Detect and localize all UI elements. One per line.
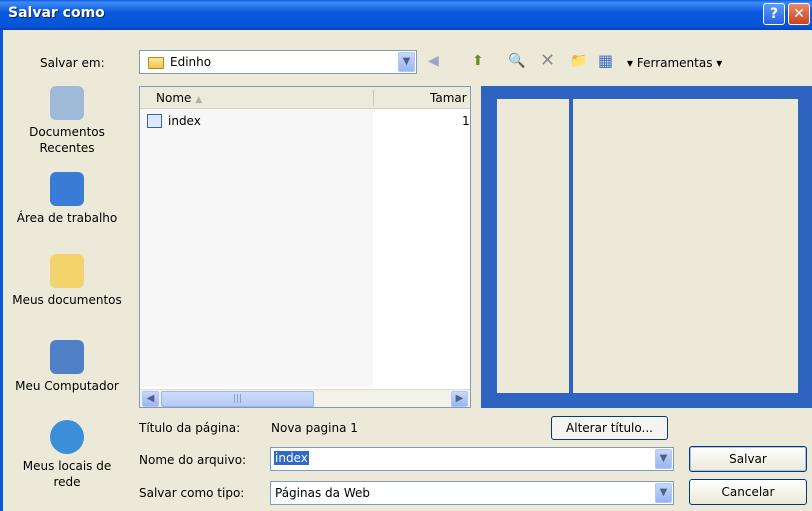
list-item[interactable]: index 1 [140,113,470,131]
place-label: Meus documentos [12,293,122,307]
desktop-icon [50,172,84,206]
search-web-icon[interactable]: 🔍 [508,53,525,69]
network-places-icon [50,420,84,454]
place-network[interactable]: Meus locais de rede [12,420,122,490]
place-label: Área de trabalho [16,211,118,225]
save-in-label: Salvar em: [40,56,105,70]
help-button[interactable]: ? [763,3,785,25]
new-folder-icon[interactable]: 📁 [570,53,587,69]
scroll-right-icon[interactable]: ▶ [451,391,468,407]
tools-menu[interactable]: ▾ Ferramentas ▾ [627,56,722,70]
back-icon[interactable]: ◀ [428,53,439,69]
place-label: Meu Computador [15,379,119,393]
save-in-value: Edinho [170,55,212,69]
window-border [0,30,3,511]
scroll-left-icon[interactable]: ◀ [142,391,159,407]
file-type-select[interactable]: Páginas da Web ▼ [270,481,674,505]
file-name-label: Nome do arquivo: [139,453,247,467]
folder-icon [148,57,164,69]
preview-frame-right [573,99,798,393]
up-folder-icon[interactable]: ⬆ [472,53,484,69]
frame-preview [481,86,812,408]
recent-documents-icon [50,86,84,120]
save-in-combo[interactable]: Edinho ▼ [139,50,417,74]
column-size-header[interactable]: Tamar [430,91,467,105]
column-divider[interactable] [373,90,374,106]
chevron-down-icon[interactable]: ▼ [655,483,672,503]
file-list[interactable]: Nome ▲ Tamar index 1 ◀ ||| ▶ [139,86,471,408]
my-computer-icon [50,340,84,374]
page-title-label: Título da página: [139,421,241,435]
window-title: Salvar como [8,5,105,21]
html-file-icon [147,114,162,128]
file-name-input[interactable]: index ▼ [270,447,674,471]
change-title-button[interactable]: Alterar título... [551,416,668,440]
place-desktop[interactable]: Área de trabalho [12,172,122,226]
list-header: Nome ▲ Tamar [140,87,470,109]
file-size: 1 [462,114,470,128]
horizontal-scrollbar[interactable]: ◀ ||| ▶ [140,389,470,407]
file-name: index [168,114,201,128]
place-recent-documents[interactable]: Documentos Recentes [12,86,122,156]
views-icon[interactable]: ▦ [598,51,613,70]
place-label: Documentos Recentes [29,125,105,155]
sort-ascending-icon: ▲ [195,95,203,105]
chevron-down-icon[interactable]: ▼ [398,52,415,72]
file-type-label: Salvar como tipo: [139,486,245,500]
delete-icon[interactable]: ✕ [540,50,555,71]
scroll-thumb[interactable]: ||| [161,391,314,407]
places-bar: Documentos Recentes Área de trabalho Meu… [12,80,122,511]
file-type-value: Páginas da Web [275,486,370,500]
chevron-down-icon[interactable]: ▼ [655,449,672,469]
place-my-computer[interactable]: Meu Computador [12,340,122,394]
title-bar: Salvar como ? ✕ [0,0,812,30]
save-button[interactable]: Salvar [689,446,807,472]
my-documents-icon [50,254,84,288]
page-title-value: Nova pagina 1 [271,421,358,435]
preview-frame-left [497,99,569,393]
cancel-button[interactable]: Cancelar [689,479,807,505]
sorted-column-shade [140,109,373,387]
close-button[interactable]: ✕ [788,3,810,25]
place-my-documents[interactable]: Meus documentos [12,254,122,308]
file-name-value[interactable]: index [274,451,309,465]
place-label: Meus locais de rede [22,459,112,489]
column-name-header[interactable]: Nome ▲ [156,91,202,105]
